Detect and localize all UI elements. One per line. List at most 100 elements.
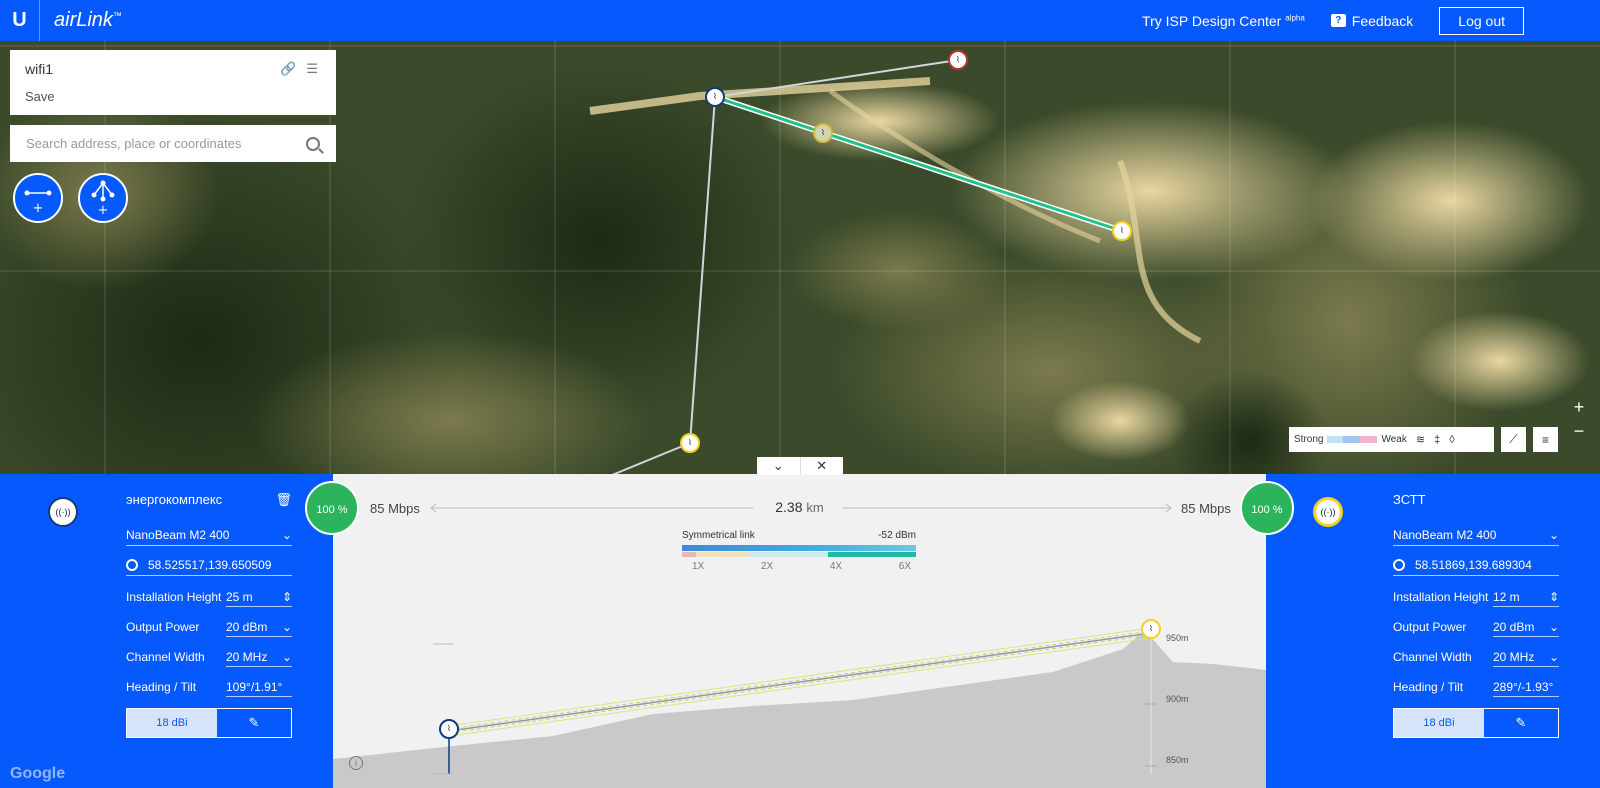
symmetry-label: Symmetrical link — [682, 530, 755, 541]
right-model-select[interactable]: NanoBeam M2 400 ⌄ — [1393, 524, 1559, 546]
zoom-out-button[interactable]: − — [1565, 421, 1593, 445]
stepper-icon[interactable]: ⇕ — [282, 587, 292, 606]
channel-width-label: Channel Width — [1393, 650, 1472, 664]
elevation-label-900: 900m — [1166, 694, 1189, 704]
menu-icon[interactable]: ☰ — [306, 61, 318, 77]
left-device-panel: ((·)) энергокомплекс 🗑 NanoBeam M2 400 ⌄… — [0, 474, 333, 788]
search-icon — [1393, 558, 1405, 571]
map-node-bottom[interactable]: ⌇ — [680, 433, 700, 453]
chevron-down-icon: ⌄ — [281, 620, 292, 634]
heading-tilt-label: Heading / Tilt — [1393, 680, 1464, 694]
logout-button[interactable]: Log out — [1439, 6, 1524, 35]
modulation-ticks: 1X 2X 4X 6X — [692, 561, 911, 572]
right-device-name[interactable]: ЗСТТ — [1393, 492, 1426, 512]
svg-text:+: + — [33, 201, 44, 216]
left-channel-width-select[interactable]: 20 MHz ⌄ — [226, 647, 292, 667]
right-channel-width-select[interactable]: 20 MHz ⌄ — [1493, 647, 1559, 667]
profile-node-right[interactable]: ⌇ — [1141, 619, 1161, 639]
isp-design-center-link[interactable]: Try ISP Design Center alpha — [1142, 13, 1305, 29]
chevron-down-icon: ⌄ — [1548, 527, 1559, 542]
signal-bar — [682, 545, 916, 551]
left-device-name[interactable]: энергокомплекс — [126, 492, 222, 512]
heading-tilt-label: Heading / Tilt — [126, 680, 197, 694]
right-coords-value: 58.51869,139.689304 — [1415, 557, 1532, 572]
top-bar: U airLink™ Try ISP Design Center alpha ?… — [0, 0, 1600, 41]
right-device-panel: ((·)) ЗСТТ NanoBeam M2 400 ⌄ 58.51869,13… — [1266, 474, 1600, 788]
installation-height-label: Installation Height — [1393, 590, 1489, 604]
layers-icon: ≡ — [1541, 432, 1549, 447]
pencil-icon[interactable]: ✎ — [1484, 709, 1558, 737]
link-distance: 2.38 km — [333, 499, 1266, 515]
project-card-icons: 🔗 ☰ — [280, 61, 318, 77]
search-input[interactable] — [26, 136, 306, 151]
feedback-icon: ? — [1330, 14, 1346, 27]
brand-title: airLink™ — [54, 9, 122, 31]
pencil-icon[interactable]: ✎ — [217, 709, 291, 737]
ruler-button[interactable]: ⟋ — [1501, 427, 1526, 452]
right-installation-height-input[interactable]: 12 m ⇕ — [1493, 587, 1559, 607]
left-channel-width-row: Channel Width 20 MHz ⌄ — [126, 642, 292, 672]
profile-node-left[interactable]: ⌇ — [439, 719, 459, 739]
signal-strength: -52 dBm — [878, 530, 916, 541]
right-output-power-row: Output Power 20 dBm ⌄ — [1393, 612, 1559, 642]
save-link[interactable]: Save — [25, 89, 321, 104]
ruler-icon: ⟋ — [1509, 432, 1518, 446]
link-icon[interactable]: 🔗 — [280, 61, 296, 77]
right-heading-value[interactable]: 289°/-1.93° — [1493, 677, 1559, 697]
chevron-down-icon: ⌄ — [1548, 650, 1559, 664]
output-power-label: Output Power — [1393, 620, 1467, 634]
left-output-power-row: Output Power 20 dBm ⌄ — [126, 612, 292, 642]
link-capacity-indicator: Symmetrical link -52 dBm 1X 2X 4X 6X — [682, 530, 916, 572]
tower-icon[interactable]: ‡ — [1434, 434, 1440, 446]
collapse-panel-button[interactable]: ⌄ — [757, 457, 801, 475]
search-bar — [10, 125, 336, 162]
left-antenna-gain[interactable]: 18 dBi — [127, 709, 217, 737]
search-icon[interactable] — [306, 136, 320, 151]
legend-strong: Strong — [1294, 434, 1324, 445]
left-installation-height-row: Installation Height 25 m ⇕ — [126, 582, 292, 612]
left-model-select[interactable]: NanoBeam M2 400 ⌄ — [126, 524, 292, 546]
svg-text:+: + — [98, 203, 109, 218]
output-power-label: Output Power — [126, 620, 200, 634]
info-icon[interactable]: i — [349, 756, 363, 770]
right-channel-width-row: Channel Width 20 MHz ⌄ — [1393, 642, 1559, 672]
right-antenna-gain[interactable]: 18 dBi — [1394, 709, 1484, 737]
add-ptmp-button[interactable]: + — [78, 173, 128, 223]
right-antenna-control: 18 dBi ✎ — [1393, 708, 1559, 738]
stepper-icon[interactable]: ⇕ — [1549, 587, 1559, 606]
map-node-zstt[interactable]: ⌇ — [1112, 221, 1132, 241]
header-actions: Try ISP Design Center alpha ? Feedback L… — [1142, 6, 1600, 35]
wifi-icon[interactable]: ≋ — [1416, 433, 1425, 446]
search-icon — [126, 558, 138, 571]
right-coords-field[interactable]: 58.51869,139.689304 — [1393, 554, 1559, 576]
left-installation-height-input[interactable]: 25 m ⇕ — [226, 587, 292, 607]
modulation-bar — [682, 552, 916, 557]
layers-button[interactable]: ≡ — [1533, 427, 1558, 452]
map-node-midpoint[interactable]: ⌇ — [813, 123, 833, 143]
installation-height-label: Installation Height — [126, 590, 222, 604]
channel-width-label: Channel Width — [126, 650, 205, 664]
right-installation-height-row: Installation Height 12 m ⇕ — [1393, 582, 1559, 612]
feedback-link[interactable]: ? Feedback — [1330, 13, 1413, 29]
right-output-power-select[interactable]: 20 dBm ⌄ — [1493, 617, 1559, 637]
project-name[interactable]: wifi1 — [25, 61, 321, 77]
left-antenna-control: 18 dBi ✎ — [126, 708, 292, 738]
elevation-label-850: 850m — [1166, 755, 1189, 765]
right-heading-row: Heading / Tilt 289°/-1.93° — [1393, 672, 1559, 702]
map-node-energokompleks[interactable]: ⌇ — [705, 87, 725, 107]
chevron-down-icon: ⌄ — [281, 650, 292, 664]
add-link-icon: + — [24, 190, 52, 216]
ubiquiti-logo[interactable]: U — [0, 0, 40, 41]
left-heading-value[interactable]: 109°/1.91° — [226, 677, 292, 697]
trash-icon[interactable]: 🗑 — [275, 492, 292, 512]
elevation-label-950: 950m — [1166, 633, 1189, 643]
zoom-in-button[interactable]: + — [1565, 397, 1593, 421]
left-output-power-select[interactable]: 20 dBm ⌄ — [226, 617, 292, 637]
project-card: wifi1 Save 🔗 ☰ — [10, 50, 336, 115]
add-link-button[interactable]: + — [13, 173, 63, 223]
left-coords-field[interactable]: 58.525517,139.650509 — [126, 554, 292, 576]
close-panel-button[interactable]: ✕ — [801, 457, 844, 475]
chevron-down-icon: ⌄ — [281, 527, 292, 542]
drop-icon[interactable]: ◊ — [1449, 434, 1454, 446]
map-node-red[interactable]: ⌇ — [948, 50, 968, 70]
